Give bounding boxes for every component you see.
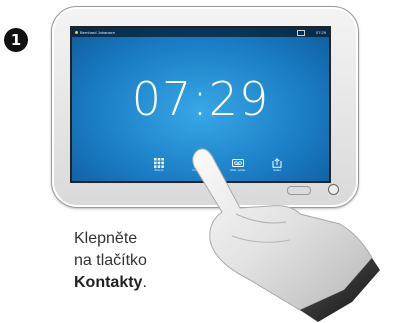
pointing-hand-icon	[192, 148, 380, 322]
caption-bold: Kontakty	[74, 274, 143, 291]
caption-line: na tlačítko	[74, 252, 147, 269]
caption-suffix: .	[142, 274, 147, 291]
instruction-caption: Klepněte na tlačítko Kontakty.	[74, 228, 147, 294]
caption-line: Klepněte	[74, 230, 138, 247]
caption-line: Kontakty.	[74, 272, 147, 294]
